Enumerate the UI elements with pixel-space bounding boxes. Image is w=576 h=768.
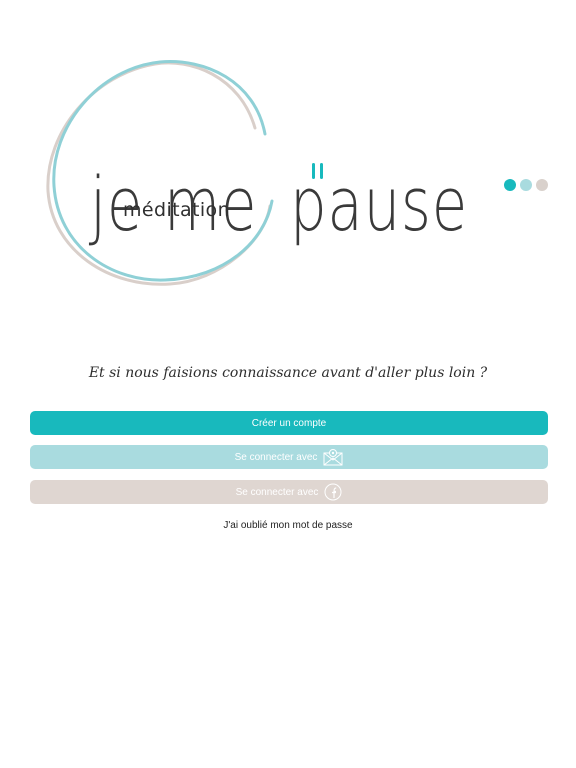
forgot-password-link[interactable]: J'ai oublié mon mot de passe	[0, 520, 576, 531]
logo-dot-light-teal	[520, 179, 532, 191]
app-logo: je me pause méditation	[40, 56, 560, 296]
envelope-icon	[323, 448, 343, 466]
facebook-icon	[324, 483, 342, 501]
connect-facebook-label: Se connecter avec	[235, 486, 319, 498]
brand-word-pause: pause	[290, 162, 469, 248]
tagline: Et si nous faisions connaissance avant d…	[88, 365, 488, 381]
create-account-label: Créer un compte	[251, 417, 327, 429]
logo-dot-teal	[504, 179, 516, 191]
brand-subtitle: méditation	[123, 199, 231, 221]
connect-with-facebook-button[interactable]: Se connecter avec	[30, 480, 548, 504]
create-account-button[interactable]: Créer un compte	[30, 411, 548, 435]
connect-with-email-button[interactable]: Se connecter avec	[30, 445, 548, 469]
logo-dot-beige	[536, 179, 548, 191]
connect-email-label: Se connecter avec	[234, 451, 318, 463]
